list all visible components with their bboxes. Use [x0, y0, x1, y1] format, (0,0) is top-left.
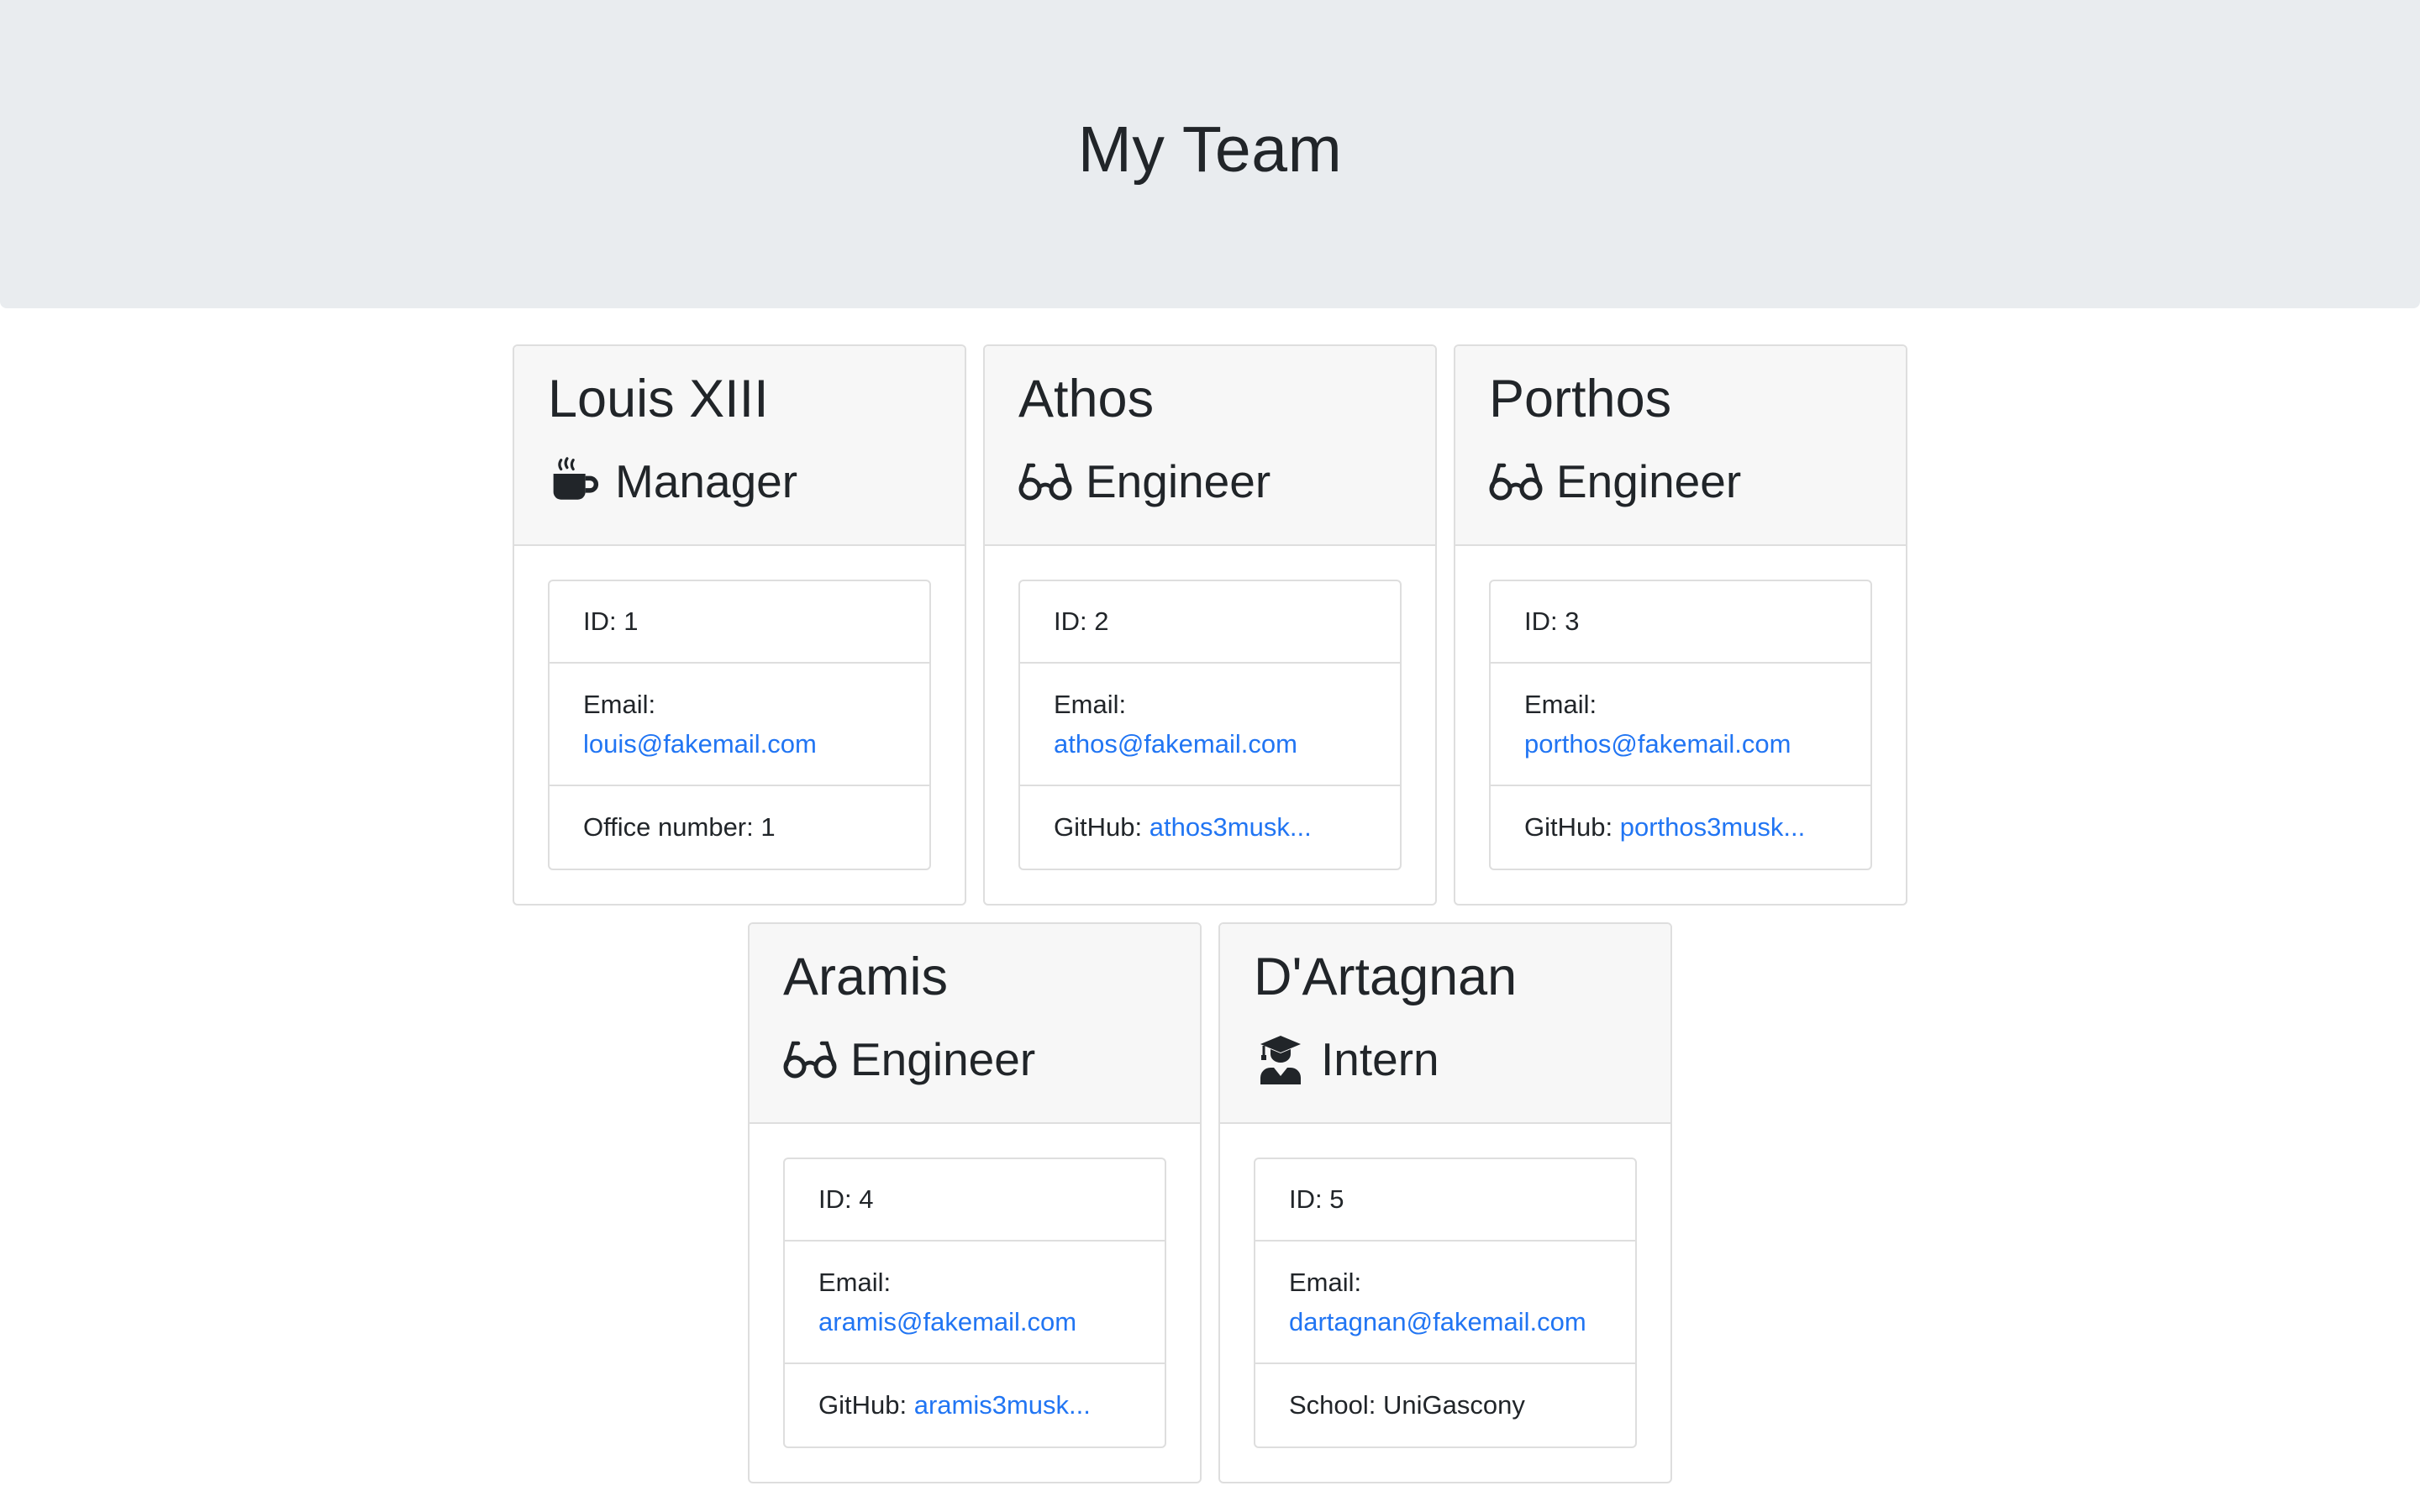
glasses-icon	[783, 1032, 837, 1086]
role-label: Engineer	[1556, 455, 1742, 507]
card-header: D'Artagnan Intern	[1220, 924, 1670, 1124]
member-details: ID: 4 Email: aramis@fakemail.com GitHub:…	[783, 1158, 1166, 1448]
member-role: Engineer	[783, 1030, 1166, 1089]
member-email: Email: dartagnan@fakemail.com	[1255, 1242, 1635, 1364]
email-label: Email:	[1524, 690, 1597, 719]
email-label: Email:	[1289, 1268, 1362, 1297]
member-email: Email: porthos@fakemail.com	[1491, 664, 1870, 786]
glasses-icon	[1489, 454, 1543, 508]
member-github: GitHub: athos3musk...	[1054, 812, 1312, 842]
email-link[interactable]: louis@fakemail.com	[583, 729, 817, 759]
member-details: ID: 1 Email: louis@fakemail.com Office n…	[548, 580, 931, 870]
member-id: ID: 2	[1020, 581, 1400, 664]
card-body: ID: 1 Email: louis@fakemail.com Office n…	[514, 546, 965, 904]
member-github: GitHub: porthos3musk...	[1524, 812, 1806, 842]
member-id: ID: 1	[550, 581, 929, 664]
card-header: Porthos Engineer	[1455, 346, 1906, 546]
coffee-mug-icon	[548, 454, 602, 508]
team-member-card: Louis XIII Manager ID: 1 Email: louis@fa…	[513, 344, 966, 906]
card-body: ID: 5 Email: dartagnan@fakemail.com Scho…	[1220, 1124, 1670, 1482]
role-label: Manager	[615, 455, 798, 507]
github-link[interactable]: aramis3musk...	[914, 1390, 1091, 1420]
email-link[interactable]: dartagnan@fakemail.com	[1289, 1307, 1586, 1336]
role-label: Intern	[1321, 1033, 1439, 1085]
card-body: ID: 2 Email: athos@fakemail.com GitHub: …	[985, 546, 1435, 904]
id-value: 4	[859, 1184, 874, 1214]
member-role: Engineer	[1489, 452, 1872, 511]
office-value: 1	[760, 812, 776, 842]
team-member-card: Aramis Engineer ID: 4 Email: aramis@fake…	[748, 922, 1202, 1483]
email-label: Email:	[583, 690, 656, 719]
card-header: Louis XIII Manager	[514, 346, 965, 546]
member-id: ID: 3	[1491, 581, 1870, 664]
member-details: ID: 2 Email: athos@fakemail.com GitHub: …	[1018, 580, 1402, 870]
member-role: Engineer	[1018, 452, 1402, 511]
glasses-icon	[1018, 454, 1072, 508]
member-details: ID: 3 Email: porthos@fakemail.com GitHub…	[1489, 580, 1872, 870]
email-link[interactable]: athos@fakemail.com	[1054, 729, 1297, 759]
email-label: Email:	[1054, 690, 1127, 719]
member-school: School: UniGascony	[1289, 1390, 1525, 1420]
github-link[interactable]: athos3musk...	[1150, 812, 1312, 842]
id-value: 2	[1094, 606, 1109, 636]
card-body: ID: 4 Email: aramis@fakemail.com GitHub:…	[750, 1124, 1200, 1482]
role-label: Engineer	[850, 1033, 1036, 1085]
role-label: Engineer	[1086, 455, 1271, 507]
member-details: ID: 5 Email: dartagnan@fakemail.com Scho…	[1254, 1158, 1637, 1448]
email-link[interactable]: porthos@fakemail.com	[1524, 729, 1791, 759]
member-email: Email: aramis@fakemail.com	[785, 1242, 1165, 1364]
page-title: My Team	[1077, 113, 1343, 186]
member-name: Louis XIII	[548, 370, 769, 428]
team-member-card: Porthos Engineer ID: 3 Email: porthos@fa…	[1454, 344, 1907, 906]
member-name: Athos	[1018, 370, 1155, 428]
member-github: GitHub: aramis3musk...	[818, 1390, 1091, 1420]
team-member-card: D'Artagnan Intern ID: 5 Email: dartagnan…	[1218, 922, 1672, 1483]
id-value: 5	[1329, 1184, 1344, 1214]
card-body: ID: 3 Email: porthos@fakemail.com GitHub…	[1455, 546, 1906, 904]
member-email: Email: athos@fakemail.com	[1020, 664, 1400, 786]
member-email: Email: louis@fakemail.com	[550, 664, 929, 786]
graduate-icon	[1254, 1032, 1307, 1086]
id-value: 1	[623, 606, 639, 636]
id-value: 3	[1565, 606, 1580, 636]
page-header: My Team	[0, 0, 2420, 308]
card-header: Athos Engineer	[985, 346, 1435, 546]
member-id: ID: 4	[785, 1159, 1165, 1242]
email-label: Email:	[818, 1268, 892, 1297]
card-header: Aramis Engineer	[750, 924, 1200, 1124]
github-link[interactable]: porthos3musk...	[1620, 812, 1806, 842]
school-value: UniGascony	[1383, 1390, 1525, 1420]
member-name: D'Artagnan	[1254, 948, 1518, 1006]
member-role: Intern	[1254, 1030, 1637, 1089]
member-office: Office number: 1	[583, 812, 776, 842]
member-role: Manager	[548, 452, 931, 511]
email-link[interactable]: aramis@fakemail.com	[818, 1307, 1076, 1336]
member-name: Porthos	[1489, 370, 1672, 428]
team-member-card: Athos Engineer ID: 2 Email: athos@fakema…	[983, 344, 1437, 906]
member-name: Aramis	[783, 948, 949, 1006]
member-id: ID: 5	[1255, 1159, 1635, 1242]
